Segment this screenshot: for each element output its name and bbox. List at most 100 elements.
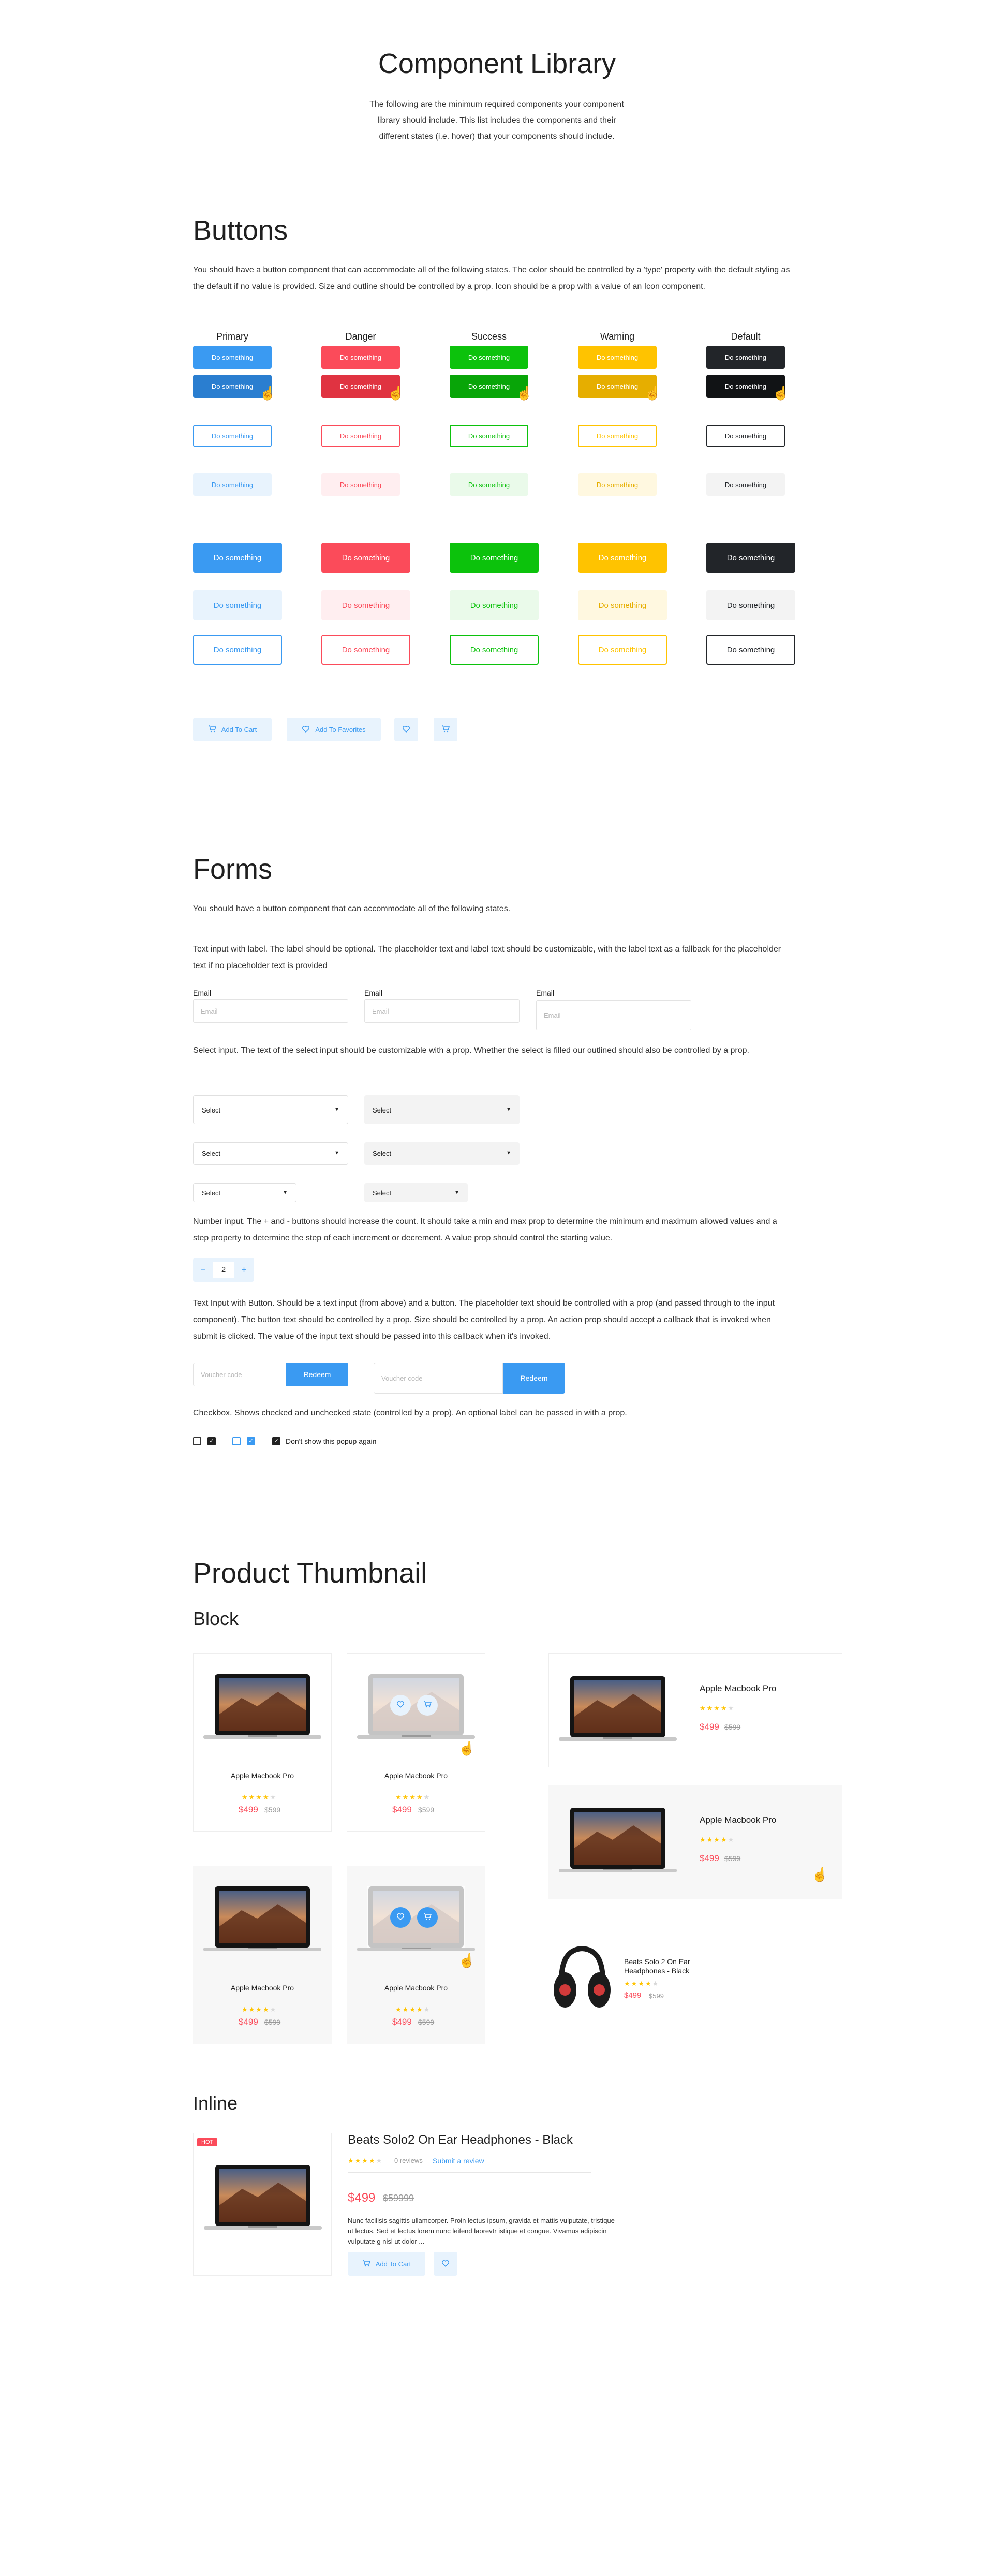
- favorite-round-button[interactable]: [390, 1907, 411, 1928]
- default-solid-large-button[interactable]: Do something: [706, 543, 795, 573]
- submit-review-link[interactable]: Submit a review: [433, 2157, 484, 2165]
- favorite-icon-button[interactable]: [394, 718, 418, 741]
- caret-down-icon: ▼: [283, 1190, 288, 1196]
- default-light-button[interactable]: Do something: [706, 473, 785, 496]
- product-section-title: Product Thumbnail: [193, 1558, 427, 1589]
- pointer-cursor-icon: ☝: [458, 1740, 476, 1756]
- danger-solid-button[interactable]: Do something: [321, 346, 400, 369]
- hot-badge: HOT: [197, 2138, 218, 2146]
- laptop-image: [200, 1672, 324, 1747]
- cart-round-button[interactable]: [417, 1695, 438, 1716]
- checkbox-unchecked[interactable]: [193, 1437, 201, 1445]
- caret-down-icon: ▼: [334, 1107, 339, 1113]
- product-old-price: $599: [724, 1723, 741, 1731]
- success-solid-button[interactable]: Do something: [450, 346, 528, 369]
- checkbox-checked[interactable]: ✓: [247, 1437, 255, 1445]
- checkbox-checked[interactable]: ✓: [207, 1437, 216, 1445]
- danger-solid-large-button[interactable]: Do something: [321, 543, 410, 573]
- voucher-input[interactable]: Voucher code: [193, 1363, 286, 1386]
- product-name: Apple Macbook Pro: [384, 1772, 448, 1780]
- danger-light-button[interactable]: Do something: [321, 473, 400, 496]
- product-price: $499: [624, 1991, 642, 2000]
- primary-solid-button[interactable]: Do something: [193, 346, 272, 369]
- product-old-price: $59999: [383, 2193, 414, 2203]
- warning-light-large-button[interactable]: Do something: [578, 590, 667, 620]
- danger-light-large-button[interactable]: Do something: [321, 590, 410, 620]
- success-solid-large-button[interactable]: Do something: [450, 543, 539, 573]
- add-to-cart-button[interactable]: Add To Cart: [348, 2252, 425, 2276]
- add-to-cart-button[interactable]: Add To Cart: [193, 718, 272, 741]
- product-price: $499: [348, 2191, 376, 2205]
- cart-icon-button[interactable]: [434, 718, 457, 741]
- default-solid-button[interactable]: Do something: [706, 346, 785, 369]
- button-column-label: Danger: [345, 331, 376, 342]
- add-to-cart-label: Add To Cart: [221, 725, 257, 734]
- product-old-price: $599: [264, 2018, 281, 2026]
- product-old-price: $599: [418, 1806, 435, 1814]
- product-name: Apple Macbook Pro: [230, 1984, 294, 1992]
- default-outline-large-button[interactable]: Do something: [706, 635, 795, 665]
- select-outlined-large[interactable]: Select ▼: [193, 1095, 348, 1124]
- voucher-input[interactable]: Voucher code: [374, 1363, 503, 1394]
- warning-light-button[interactable]: Do something: [578, 473, 657, 496]
- increment-button[interactable]: +: [234, 1265, 254, 1276]
- default-light-large-button[interactable]: Do something: [706, 590, 795, 620]
- product-old-price: $599: [418, 2018, 435, 2026]
- heart-icon: [441, 2259, 450, 2269]
- primary-light-large-button[interactable]: Do something: [193, 590, 282, 620]
- block-subtitle: Block: [193, 1608, 239, 1629]
- cart-icon: [441, 725, 450, 735]
- warning-outline-large-button[interactable]: Do something: [578, 635, 667, 665]
- cart-round-button[interactable]: [417, 1907, 438, 1928]
- select-outlined-medium[interactable]: Select ▼: [193, 1142, 348, 1165]
- danger-outline-button[interactable]: Do something: [321, 425, 400, 447]
- select-outlined-small[interactable]: Select ▼: [193, 1183, 296, 1202]
- primary-outline-button[interactable]: Do something: [193, 425, 272, 447]
- inline-product-name[interactable]: Beats Solo2 On Ear Headphones - Black: [348, 2133, 573, 2147]
- product-price: $499: [239, 1805, 258, 1814]
- headphones-name-line: Headphones - Black: [624, 1967, 690, 1975]
- email-input[interactable]: Email: [536, 1000, 691, 1030]
- add-to-favorites-button[interactable]: Add To Favorites: [287, 718, 381, 741]
- checkbox-checked[interactable]: ✓: [272, 1437, 280, 1445]
- favorite-round-button[interactable]: [390, 1695, 411, 1716]
- heart-icon: [402, 725, 410, 735]
- email-input[interactable]: Email: [364, 999, 520, 1023]
- checkbox-label: Don't show this popup again: [286, 1437, 377, 1445]
- danger-outline-large-button[interactable]: Do something: [321, 635, 410, 665]
- favorite-icon-button[interactable]: [434, 2252, 457, 2276]
- description-line: vulputate g nisl ut dolor ...: [348, 2237, 425, 2245]
- email-input[interactable]: Email: [193, 999, 348, 1023]
- product-price: $499: [700, 1853, 719, 1863]
- product-old-price: $599: [264, 1806, 281, 1814]
- heart-icon: [396, 1700, 405, 1711]
- select-filled-large[interactable]: Select ▼: [364, 1095, 520, 1124]
- primary-solid-large-button[interactable]: Do something: [193, 543, 282, 573]
- quantity-value[interactable]: 2: [213, 1262, 234, 1278]
- warning-solid-button[interactable]: Do something: [578, 346, 657, 369]
- select-filled-small[interactable]: Select ▼: [364, 1183, 468, 1202]
- number-description: Number input. The + and - buttons should…: [193, 1217, 777, 1242]
- warning-solid-large-button[interactable]: Do something: [578, 543, 667, 573]
- checkbox-unchecked[interactable]: [232, 1437, 241, 1445]
- email-label: Email: [193, 989, 212, 997]
- heart-icon: [396, 1912, 405, 1923]
- success-light-large-button[interactable]: Do something: [450, 590, 539, 620]
- cart-icon: [423, 1912, 432, 1923]
- success-light-button[interactable]: Do something: [450, 473, 528, 496]
- redeem-button[interactable]: Redeem: [503, 1363, 565, 1394]
- default-outline-button[interactable]: Do something: [706, 425, 785, 447]
- email-label: Email: [364, 989, 383, 997]
- primary-outline-large-button[interactable]: Do something: [193, 635, 282, 665]
- success-outline-button[interactable]: Do something: [450, 425, 528, 447]
- rating-stars: ★★★★★: [624, 1980, 660, 1987]
- pointer-cursor-icon: ☝: [773, 385, 790, 401]
- primary-light-button[interactable]: Do something: [193, 473, 272, 496]
- redeem-button[interactable]: Redeem: [286, 1363, 348, 1386]
- laptop-image: [201, 2163, 325, 2238]
- warning-outline-button[interactable]: Do something: [578, 425, 657, 447]
- select-filled-medium[interactable]: Select ▼: [364, 1142, 520, 1165]
- decrement-button[interactable]: −: [193, 1265, 213, 1276]
- forms-intro: You should have a button component that …: [193, 904, 511, 913]
- success-outline-large-button[interactable]: Do something: [450, 635, 539, 665]
